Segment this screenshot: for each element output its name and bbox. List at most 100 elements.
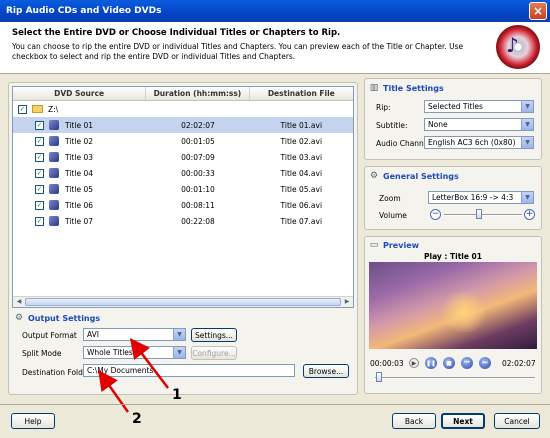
scroll-left-icon[interactable]: ◀ — [14, 298, 24, 306]
close-button[interactable]: × — [529, 2, 547, 20]
folder-icon — [32, 105, 43, 113]
monitor-icon: ▭ — [369, 240, 379, 250]
browse-button[interactable]: Browse... — [303, 364, 349, 378]
stop-button[interactable]: ■ — [443, 357, 455, 369]
general-settings-heading: ⚙ General Settings — [369, 171, 459, 181]
subtitle-label: Subtitle: — [376, 121, 408, 130]
audio-channel-select[interactable]: English AC3 6ch (0x80) ▼ — [424, 136, 534, 149]
dvd-title-list[interactable]: DVD Source Duration (hh:mm:ss) Destinati… — [12, 86, 354, 308]
table-row[interactable]: ✓ Title 06 00:08:11 Title 06.avi — [13, 197, 353, 213]
video-preview[interactable] — [369, 262, 537, 349]
list-header: DVD Source Duration (hh:mm:ss) Destinati… — [13, 87, 353, 101]
output-format-select[interactable]: AVI ▼ — [83, 328, 186, 341]
zoom-label: Zoom — [379, 194, 401, 203]
zoom-select[interactable]: LetterBox 16:9 -> 4:3 ▼ — [428, 191, 534, 204]
row-title: Title 02 — [65, 136, 94, 146]
page-title: Select the Entire DVD or Choose Individu… — [12, 28, 341, 38]
chevron-down-icon[interactable]: ▼ — [173, 329, 185, 340]
row-checkbox[interactable]: ✓ — [35, 200, 44, 210]
seek-slider-thumb[interactable] — [376, 372, 382, 382]
play-icon[interactable]: ▶ — [409, 358, 419, 368]
row-source-cell: ✓ Title 01 — [13, 120, 146, 130]
destination-folder-label: Destination Folder — [22, 368, 91, 377]
row-title: Title 01 — [65, 120, 94, 130]
seek-slider-track[interactable] — [375, 377, 535, 379]
rip-label: Rip: — [376, 103, 391, 112]
output-settings-heading: ⚙ Output Settings — [14, 313, 101, 323]
rip-select[interactable]: Selected Titles ▼ — [424, 100, 534, 113]
root-drive-label: Z:\ — [48, 104, 59, 114]
preview-heading: ▭ Preview — [369, 240, 420, 250]
row-checkbox[interactable]: ✓ — [35, 120, 44, 130]
row-duration: 00:07:09 — [181, 152, 215, 162]
help-button[interactable]: Help — [11, 413, 55, 429]
gear-icon: ⚙ — [14, 313, 24, 323]
table-row[interactable]: ✓ Title 05 00:01:10 Title 05.avi — [13, 181, 353, 197]
table-row[interactable]: ✓ Title 03 00:07:09 Title 03.avi — [13, 149, 353, 165]
chevron-down-icon[interactable]: ▼ — [521, 101, 533, 112]
output-format-label: Output Format — [22, 331, 77, 340]
footer-divider — [0, 404, 550, 405]
cancel-button[interactable]: Cancel — [494, 413, 540, 429]
dvd-title-icon — [49, 152, 59, 162]
row-checkbox[interactable]: ✓ — [35, 136, 44, 146]
split-mode-select[interactable]: Whole Titles ▼ — [83, 346, 186, 359]
row-destination-file: Title 07.avi — [280, 216, 323, 226]
back-button[interactable]: Back — [392, 413, 436, 429]
row-checkbox[interactable]: ✓ — [35, 184, 44, 194]
chevron-down-icon[interactable]: ▼ — [521, 119, 533, 130]
volume-slider-thumb[interactable] — [476, 209, 483, 219]
table-row[interactable]: ✓ Title 07 00:22:08 Title 07.avi — [13, 213, 353, 229]
close-icon: × — [532, 4, 544, 18]
total-time: 02:02:07 — [502, 359, 536, 368]
row-duration: 00:00:33 — [181, 168, 215, 178]
column-destination-file[interactable]: Destination File — [250, 87, 353, 100]
row-source-cell: ✓ Title 02 — [13, 136, 146, 146]
now-playing-label: Play : Title 01 — [424, 252, 482, 261]
row-title: Title 04 — [65, 168, 94, 178]
row-source-cell: ✓ Title 04 — [13, 168, 146, 178]
volume-label: Volume — [379, 211, 407, 220]
table-row[interactable]: ✓ Title 01 02:02:07 Title 01.avi — [13, 117, 353, 133]
row-destination-file: Title 02.avi — [280, 136, 323, 146]
volume-slider-track[interactable] — [444, 214, 522, 216]
row-destination-file: Title 05.avi — [280, 184, 323, 194]
next-button[interactable]: ⏭ — [479, 357, 491, 369]
dvd-title-icon — [49, 168, 59, 178]
row-source-cell: ✓ Title 07 — [13, 216, 146, 226]
subtitle-select[interactable]: None ▼ — [424, 118, 534, 131]
row-title: Title 03 — [65, 152, 94, 162]
row-checkbox[interactable]: ✓ — [35, 152, 44, 162]
destination-folder-input[interactable]: C:\My Documents — [83, 364, 295, 377]
configure-button[interactable]: Configure... — [191, 346, 237, 360]
scrollbar-thumb[interactable] — [25, 298, 341, 306]
volume-decrease-button[interactable]: − — [430, 209, 441, 220]
row-checkbox[interactable]: ✓ — [35, 168, 44, 178]
row-checkbox[interactable]: ✓ — [35, 216, 44, 226]
current-time: 00:00:03 — [370, 359, 404, 368]
column-duration[interactable]: Duration (hh:mm:ss) — [146, 87, 250, 100]
pause-button[interactable]: ❚❚ — [425, 357, 437, 369]
next-button-footer[interactable]: Next — [441, 413, 485, 429]
page-description: You can choose to rip the entire DVD or … — [12, 42, 464, 61]
annotation-label-1: 1 — [172, 387, 182, 403]
chevron-down-icon[interactable]: ▼ — [173, 347, 185, 358]
volume-increase-button[interactable]: + — [524, 209, 535, 220]
table-row[interactable]: ✓ Title 04 00:00:33 Title 04.avi — [13, 165, 353, 181]
row-title: Title 06 — [65, 200, 94, 210]
music-disc-logo-icon: ♪ — [496, 25, 540, 69]
table-row[interactable]: ✓ Title 02 00:01:05 Title 02.avi — [13, 133, 353, 149]
gear-icon: ⚙ — [369, 171, 379, 181]
row-title: Title 07 — [65, 216, 94, 226]
chevron-down-icon[interactable]: ▼ — [521, 137, 533, 148]
previous-button[interactable]: ⏮ — [461, 357, 473, 369]
list-root-row[interactable]: ✓ Z:\ — [13, 101, 353, 117]
settings-button[interactable]: Settings... — [191, 328, 237, 342]
window-title: Rip Audio CDs and Video DVDs — [6, 6, 162, 16]
window-titlebar[interactable]: Rip Audio CDs and Video DVDs × — [0, 0, 550, 22]
root-checkbox[interactable]: ✓ — [18, 104, 27, 114]
horizontal-scrollbar[interactable]: ◀ ▶ — [13, 296, 353, 307]
column-dvd-source[interactable]: DVD Source — [13, 87, 147, 100]
chevron-down-icon[interactable]: ▼ — [521, 192, 533, 203]
scroll-right-icon[interactable]: ▶ — [342, 298, 352, 306]
